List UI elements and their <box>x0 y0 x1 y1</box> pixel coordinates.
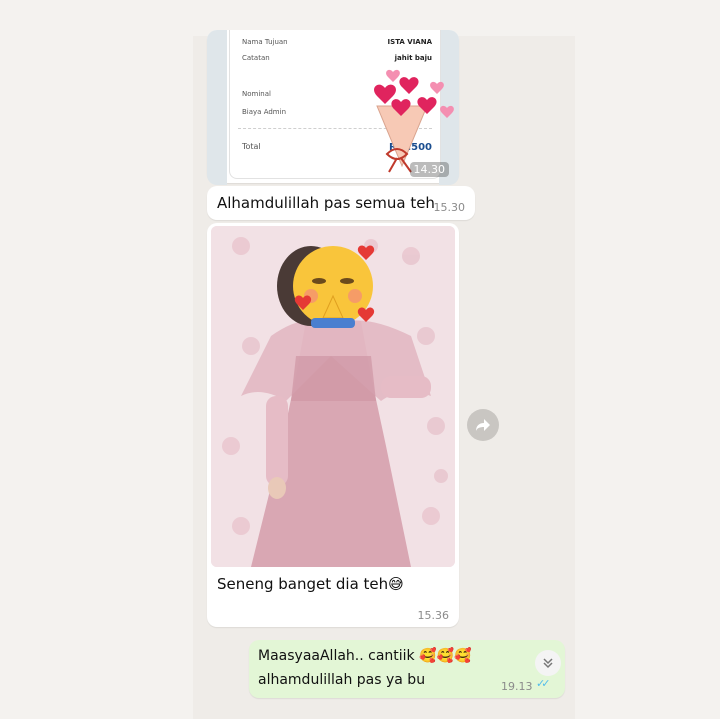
dress-photo[interactable] <box>211 226 455 567</box>
message-time: 15.30 <box>433 201 466 214</box>
forward-arrow-icon <box>476 419 490 431</box>
message-text: Seneng banget dia teh😅 <box>217 575 404 593</box>
receipt-row-key: Nominal <box>242 90 271 98</box>
photo-illustration <box>211 226 455 567</box>
scroll-down-button[interactable] <box>535 650 561 676</box>
chevron-down-icon <box>543 658 553 669</box>
receipt-row-value: ISTA VIANA <box>387 38 432 46</box>
message-time: 14.30 <box>409 162 449 177</box>
receipt-row-value: jahit baju <box>394 54 432 62</box>
receipt-left-edge <box>207 30 227 185</box>
outgoing-message[interactable]: MaasyaaAllah.. cantiik 🥰🥰🥰 alhamdulillah… <box>249 640 565 698</box>
forward-button[interactable] <box>467 409 499 441</box>
message-time: 15.36 <box>417 609 450 622</box>
receipt-row-key: Catatan <box>242 54 270 62</box>
message-time: 19.13 <box>501 680 533 693</box>
read-ticks-icon: ✓✓ <box>536 677 551 690</box>
message-text-line1: MaasyaaAllah.. cantiik 🥰🥰🥰 <box>258 648 472 664</box>
heart-bouquet-sticker-icon <box>374 69 454 173</box>
receipt-row-key: Nama Tujuan <box>242 38 288 46</box>
message-text: Alhamdulillah pas semua teh <box>217 194 435 212</box>
receipt-row-key: Biaya Admin <box>242 108 287 116</box>
incoming-message[interactable]: Alhamdulillah pas semua teh 15.30 <box>207 186 475 220</box>
receipt-row-key: Total <box>242 142 261 151</box>
receipt-image-message[interactable]: Nama Tujuan ISTA VIANA Catatan jahit baj… <box>207 30 459 185</box>
message-text-line2: alhamdulillah pas ya bu <box>258 672 426 688</box>
